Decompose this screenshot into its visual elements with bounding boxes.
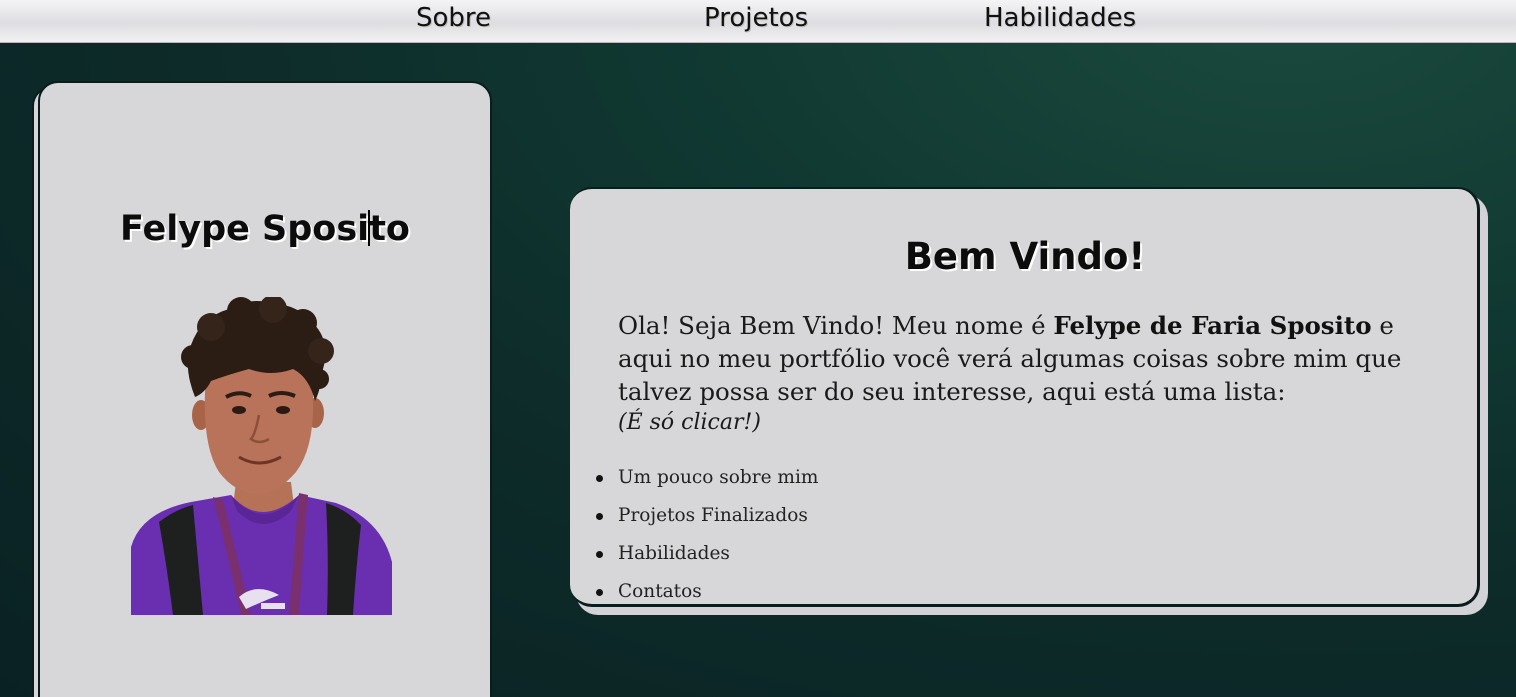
profile-name: Felype Sposito	[40, 209, 490, 249]
intro-full-name: Felype de Faria Sposito	[1053, 311, 1372, 340]
welcome-card: Bem Vindo! Ola! Seja Bem Vindo! Meu nome…	[570, 187, 1480, 607]
list-item: Um pouco sobre mim	[595, 465, 818, 503]
list-item: Habilidades	[595, 541, 818, 579]
nav-link-projetos[interactable]: Projetos	[704, 3, 808, 33]
intro-text-before-name: Ola! Seja Bem Vindo! Meu nome é	[618, 311, 1054, 340]
profile-name-text-end: to	[369, 209, 410, 249]
profile-card: Felype Sposito	[38, 81, 492, 697]
top-navigation-bar: Sobre Projetos Habilidades	[0, 0, 1516, 43]
welcome-intro-text: Ola! Seja Bem Vindo! Meu nome é Felype d…	[618, 309, 1438, 438]
link-projetos-finalizados[interactable]: Projetos Finalizados	[618, 505, 808, 526]
list-item: Projetos Finalizados	[595, 503, 818, 541]
list-item: Contatos	[595, 579, 818, 617]
link-sobre-mim[interactable]: Um pouco sobre mim	[618, 467, 818, 488]
link-contatos[interactable]: Contatos	[618, 581, 702, 602]
nav-link-habilidades[interactable]: Habilidades	[984, 3, 1136, 33]
profile-name-text-start: Felype Sposi	[120, 209, 370, 249]
nav-link-sobre[interactable]: Sobre	[416, 3, 491, 33]
profile-photo	[131, 297, 392, 615]
link-habilidades[interactable]: Habilidades	[618, 543, 730, 564]
click-hint: (É só clicar!)	[618, 410, 761, 435]
welcome-title: Bem Vindo!	[904, 235, 1146, 278]
section-links-list: Um pouco sobre mim Projetos Finalizados …	[595, 465, 818, 617]
